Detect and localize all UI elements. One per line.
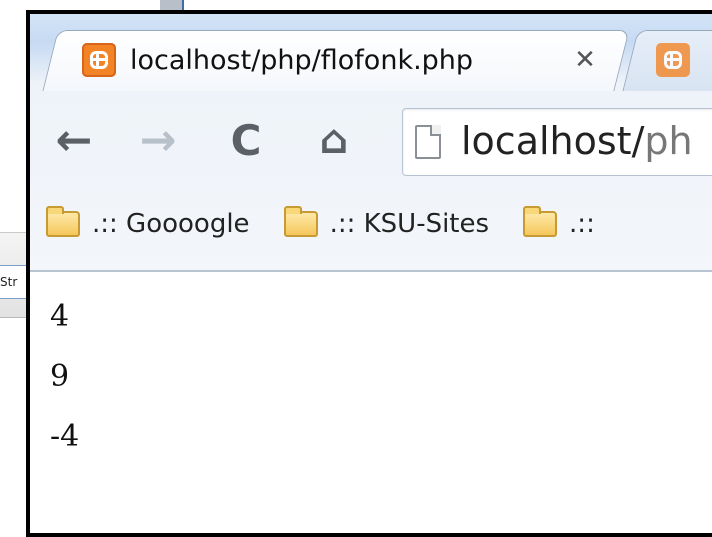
background-window-fragment (160, 0, 184, 10)
browser-window: localhost/php/flofonk.php ✕ ← → C ⌂ loca… (26, 10, 712, 537)
bookmark-ksu-sites[interactable]: .:: KSU-Sites (283, 206, 490, 239)
tab-active-content: localhost/php/flofonk.php (82, 40, 550, 80)
bookmark-label: .:: (569, 209, 595, 239)
address-text[interactable]: localhost/ph (461, 119, 693, 163)
url-host: localhost/ (461, 119, 645, 163)
url-path: ph (644, 119, 693, 163)
output-line: 4 (50, 299, 70, 334)
xampp-icon (656, 43, 690, 77)
address-bar[interactable]: localhost/ph (402, 108, 712, 176)
bookmark-goooogle[interactable]: .:: Goooogle (46, 206, 250, 239)
folder-icon (283, 206, 318, 237)
page-content: 4 9 -4 (30, 272, 712, 533)
reload-button[interactable]: C (222, 116, 270, 165)
forward-button[interactable]: → (134, 115, 182, 166)
tab-title: localhost/php/flofonk.php (130, 44, 474, 76)
output-line: -4 (50, 419, 80, 454)
home-button[interactable]: ⌂ (310, 116, 358, 164)
bookmark-label: .:: KSU-Sites (329, 209, 490, 239)
output-line: 9 (50, 359, 70, 394)
page-icon (415, 125, 441, 159)
back-button[interactable]: ← (50, 115, 98, 166)
folder-icon (523, 206, 558, 237)
bookmark-third[interactable]: .:: (523, 206, 595, 239)
background-field-fragment: Str (0, 265, 29, 299)
folder-icon (46, 206, 80, 237)
xampp-icon (82, 43, 116, 77)
bookmarks-bar: .:: Goooogle .:: KSU-Sites .:: (30, 194, 712, 254)
tab-close-icon[interactable]: ✕ (570, 40, 600, 80)
bookmark-label: .:: Goooogle (92, 209, 250, 239)
browser-chrome: localhost/php/flofonk.php ✕ ← → C ⌂ loca… (30, 14, 712, 272)
